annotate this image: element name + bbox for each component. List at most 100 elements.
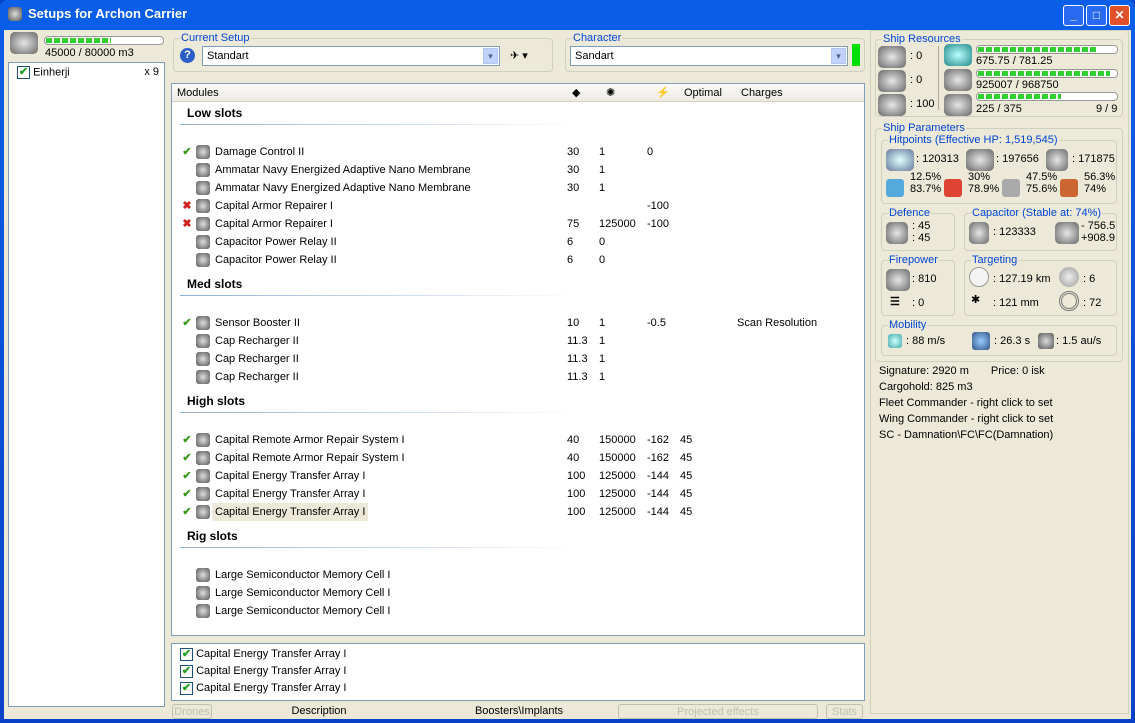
online-check-icon[interactable]: ✔	[180, 467, 194, 485]
module-icon	[196, 505, 210, 519]
close-button[interactable]: ✕	[1109, 5, 1130, 26]
col-optimal[interactable]: Optimal	[684, 84, 722, 102]
offline-x-icon[interactable]: ✖	[180, 197, 194, 215]
online-check-icon[interactable]: ✔	[180, 143, 194, 161]
module-row[interactable]: ✔ Damage Control II 30 1 0	[172, 143, 864, 161]
group-label: Character	[572, 32, 623, 44]
maximize-button[interactable]: □	[1086, 5, 1107, 26]
module-row[interactable]: Capacitor Power Relay II 6 0	[172, 233, 864, 251]
tab-projected-effects[interactable]: Projected effects	[618, 704, 818, 719]
turret-slots: : 0	[910, 50, 923, 62]
cpu-col-icon[interactable]: ◆	[572, 84, 580, 102]
power-col-icon[interactable]: ✺	[606, 84, 615, 102]
projected-item[interactable]: ✔ Capital Energy Transfer Array I	[180, 662, 346, 680]
online-check-icon[interactable]: ✔	[180, 485, 194, 503]
drone-bandwidth-value: 225 / 375	[976, 103, 1022, 115]
module-row[interactable]: ✖ Capital Armor Repairer I 75 125000 -10…	[172, 215, 864, 233]
powergrid-icon	[944, 69, 972, 91]
module-row[interactable]: Large Semiconductor Memory Cell I	[172, 566, 864, 584]
power-value: 150000	[599, 452, 636, 464]
launcher-icon	[878, 70, 906, 92]
mobility-group: Mobility : 88 m/s : 26.3 s : 1.5 au/s	[881, 319, 1117, 356]
current-setup-group: Current Setup ? Standart ▾ ✈ ▾	[173, 32, 553, 72]
projected-list[interactable]: ✔ Capital Energy Transfer Array I ✔ Capi…	[171, 643, 865, 701]
checkbox[interactable]: ✔	[180, 647, 193, 661]
squad-commander[interactable]: SC - Damnation\FC\FC(Damnation)	[879, 427, 1053, 443]
tab-drones[interactable]: Drones	[172, 704, 212, 719]
module-row[interactable]: Large Semiconductor Memory Cell I	[172, 584, 864, 602]
divider	[180, 295, 580, 296]
optimal-value: 45	[680, 434, 693, 446]
module-icon	[196, 181, 210, 195]
module-row[interactable]: ✔ Capital Energy Transfer Array I 100 12…	[172, 503, 864, 521]
defence-group: Defence : 45 : 45	[881, 207, 955, 251]
online-check-icon[interactable]: ✔	[180, 431, 194, 449]
checkbox[interactable]: ✔	[180, 681, 193, 695]
help-icon[interactable]: ?	[180, 48, 195, 63]
armor-hp: : 197656	[996, 153, 1039, 165]
tab-stats[interactable]: Stats	[826, 704, 863, 719]
fleet-commander[interactable]: Fleet Commander - right click to set	[879, 395, 1053, 411]
col-charges[interactable]: Charges	[741, 84, 783, 102]
module-row[interactable]: ✔ Capital Energy Transfer Array I 100 12…	[172, 485, 864, 503]
shield-icon	[886, 149, 914, 171]
ship-info: Signature: 2920 m Price: 0 isk Cargohold:…	[879, 363, 1053, 443]
power-value: 1	[599, 164, 606, 176]
module-row[interactable]: Large Semiconductor Memory Cell I	[172, 602, 864, 620]
module-row[interactable]: Capacitor Power Relay II 6 0	[172, 251, 864, 269]
resist-0-icon	[886, 179, 904, 197]
module-icon	[196, 163, 210, 177]
module-row[interactable]: Cap Recharger II 11.3 1	[172, 368, 864, 386]
module-row[interactable]: Ammatar Navy Energized Adaptive Nano Mem…	[172, 179, 864, 197]
offline-x-icon[interactable]: ✖	[180, 215, 194, 233]
cpu-value: 11.3	[567, 353, 588, 365]
cap-col-icon[interactable]: ⚡	[656, 84, 670, 102]
setup-select[interactable]: Standart ▾	[202, 46, 500, 66]
chevron-down-icon[interactable]: ▾	[831, 48, 846, 64]
cpu-value: 10	[567, 317, 580, 329]
right-panel: Ship Resources : 0 : 0 : 100 675.75 / 78…	[870, 30, 1129, 714]
col-modules[interactable]: Modules	[177, 84, 219, 102]
targeting-range: : 127.19 km	[993, 273, 1051, 285]
module-row[interactable]: Cap Recharger II 11.3 1	[172, 350, 864, 368]
resist-value: 30%	[968, 171, 991, 183]
velocity: : 88 m/s	[906, 335, 946, 347]
ship-menu-button[interactable]: ✈ ▾	[510, 49, 528, 62]
resist-2-icon	[1002, 179, 1020, 197]
power-value: 150000	[599, 434, 636, 446]
group-label: Capacitor (Stable at: 74%)	[971, 207, 1103, 219]
targeting-group: Targeting : 127.19 km : 6 ✱: 121 mm : 72	[964, 254, 1117, 316]
optimal-value: 45	[680, 506, 693, 518]
divider	[180, 412, 580, 413]
online-check-icon[interactable]: ✔	[180, 314, 194, 332]
drone-list[interactable]: ✔ Einherji x 9	[8, 62, 165, 707]
module-row[interactable]: ✔ Capital Remote Armor Repair System I 4…	[172, 449, 864, 467]
power-value: 1	[599, 353, 606, 365]
power-value: 125000	[599, 488, 636, 500]
projected-item[interactable]: ✔ Capital Energy Transfer Array I	[180, 645, 346, 663]
checkbox[interactable]: ✔	[180, 664, 193, 678]
module-row[interactable]: ✔ Capital Remote Armor Repair System I 4…	[172, 431, 864, 449]
wing-commander[interactable]: Wing Commander - right click to set	[879, 411, 1053, 427]
align-time: : 26.3 s	[994, 335, 1031, 347]
modules-list[interactable]: Modules ◆ ✺ ⚡ Optimal Charges Low slots ✔…	[171, 83, 865, 636]
module-row[interactable]: Cap Recharger II 11.3 1	[172, 332, 864, 350]
minimize-button[interactable]: _	[1063, 5, 1084, 26]
module-icon	[196, 568, 210, 582]
drone-item[interactable]: ✔ Einherji x 9	[17, 66, 159, 79]
module-row[interactable]: Ammatar Navy Energized Adaptive Nano Mem…	[172, 161, 864, 179]
hitpoints-group: Hitpoints (Effective HP: 1,519,545) : 12…	[881, 134, 1117, 204]
module-row[interactable]: ✖ Capital Armor Repairer I -100	[172, 197, 864, 215]
checkbox[interactable]: ✔	[17, 66, 30, 79]
online-check-icon[interactable]: ✔	[180, 503, 194, 521]
online-check-icon[interactable]: ✔	[180, 449, 194, 467]
tab-description[interactable]: Description	[264, 704, 374, 719]
character-select[interactable]: Sandart ▾	[570, 46, 848, 66]
module-row[interactable]: ✔ Sensor Booster II 10 1 -0.5 Scan Resol…	[172, 314, 864, 332]
chevron-down-icon[interactable]: ▾	[483, 48, 498, 64]
scan-resolution: : 121 mm	[993, 297, 1039, 309]
cpu-value: 100	[567, 488, 586, 500]
module-row[interactable]: ✔ Capital Energy Transfer Array I 100 12…	[172, 467, 864, 485]
projected-item[interactable]: ✔ Capital Energy Transfer Array I	[180, 679, 346, 697]
tab-boosters-implants[interactable]: Boosters\Implants	[454, 704, 584, 719]
